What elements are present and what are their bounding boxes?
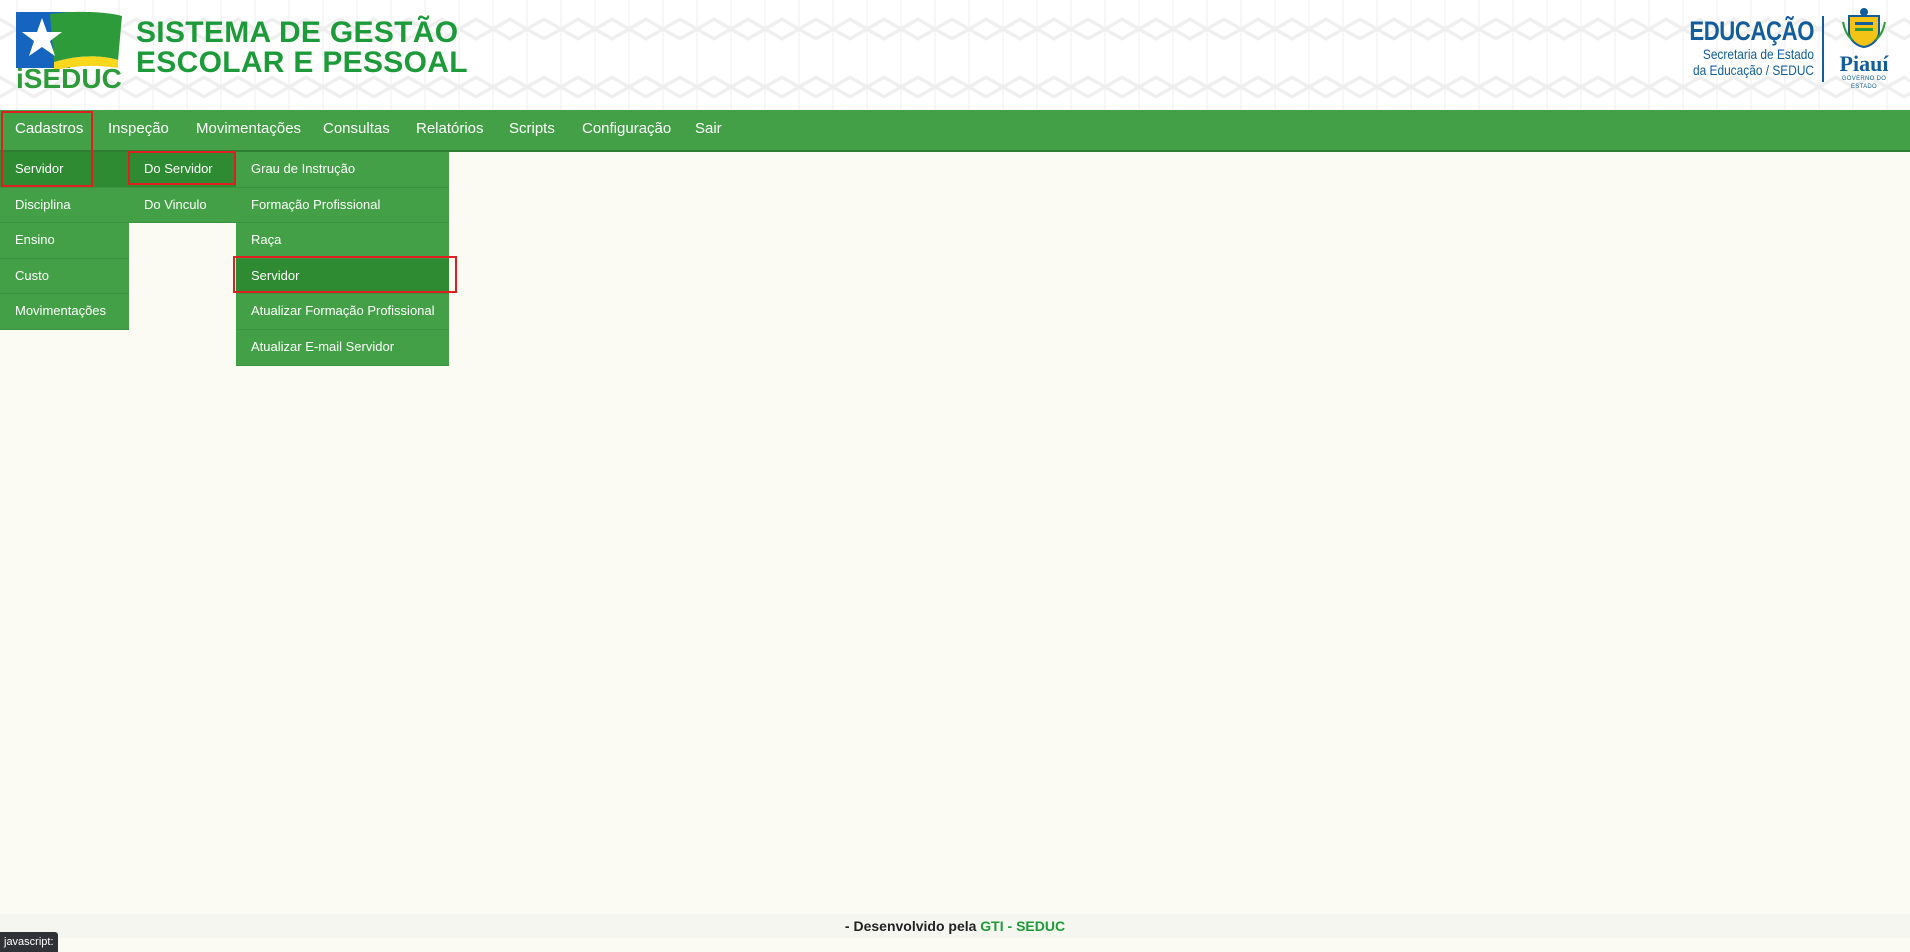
do-servidor-item-formacao-profissional[interactable]: Formação Profissional <box>236 188 449 224</box>
do-servidor-item-atualizar-email[interactable]: Atualizar E-mail Servidor <box>236 330 449 366</box>
education-brand: EDUCAÇÃO Secretaria de Estado da Educaçã… <box>1662 16 1814 78</box>
do-servidor-submenu: Grau de Instrução Formação Profissional … <box>236 152 449 366</box>
state-coat-of-arms-icon <box>1842 8 1886 49</box>
menu-sair[interactable]: Sair <box>680 110 737 150</box>
do-servidor-item-atualizar-formacao[interactable]: Atualizar Formação Profissional <box>236 294 449 330</box>
cadastros-item-disciplina[interactable]: Disciplina <box>0 188 129 224</box>
page-footer: - Desenvolvido pela GTI - SEDUC <box>0 914 1910 938</box>
footer-brand-link[interactable]: GTI - SEDUC <box>980 918 1065 934</box>
menu-movimentacoes[interactable]: Movimentações <box>181 110 316 150</box>
servidor-submenu: Do Servidor Do Vinculo <box>129 152 236 224</box>
main-menu-bar: Cadastros Inspeção Movimentações Consult… <box>0 110 1910 152</box>
do-servidor-item-grau-instrucao[interactable]: Grau de Instrução <box>236 152 449 188</box>
system-title-line1: SISTEMA DE GESTÃO <box>136 16 459 49</box>
education-subtitle-2: da Educação / SEDUC <box>1692 62 1814 78</box>
menu-relatorios[interactable]: Relatórios <box>401 110 499 150</box>
state-name: Piauí <box>1839 51 1889 76</box>
cadastros-dropdown: Servidor Disciplina Ensino Custo Movimen… <box>0 152 129 330</box>
do-servidor-item-raca[interactable]: Raça <box>236 223 449 259</box>
servidor-item-do-vinculo[interactable]: Do Vinculo <box>129 188 236 224</box>
state-government-label: GOVERNO DO ESTADO <box>1841 76 1887 90</box>
brand-divider <box>1822 16 1824 82</box>
servidor-item-do-servidor[interactable]: Do Servidor <box>129 152 236 188</box>
state-brand: Piauí GOVERNO DO ESTADO <box>1832 6 1896 90</box>
svg-text:iSEDUC: iSEDUC <box>16 63 122 90</box>
system-title: SISTEMA DE GESTÃO ESCOLAR E PESSOAL <box>136 18 468 78</box>
cadastros-item-servidor[interactable]: Servidor <box>0 152 129 188</box>
cadastros-item-ensino[interactable]: Ensino <box>0 223 129 259</box>
cadastros-item-custo[interactable]: Custo <box>0 259 129 295</box>
do-servidor-item-servidor[interactable]: Servidor <box>236 258 449 295</box>
education-subtitle-1: Secretaria de Estado <box>1702 46 1814 62</box>
menu-scripts[interactable]: Scripts <box>494 110 570 150</box>
status-bar-url: javascript: <box>0 932 58 952</box>
education-title: EDUCAÇÃO <box>1689 16 1814 46</box>
menu-configuracao[interactable]: Configuração <box>567 110 686 150</box>
menu-consultas[interactable]: Consultas <box>308 110 405 150</box>
menu-inspecao[interactable]: Inspeção <box>93 110 184 150</box>
page-header: iSEDUC SISTEMA DE GESTÃO ESCOLAR E PESSO… <box>0 0 1910 110</box>
menu-cadastros[interactable]: Cadastros <box>0 110 98 150</box>
system-title-line2: ESCOLAR E PESSOAL <box>136 46 468 79</box>
footer-prefix: - Desenvolvido pela <box>844 918 981 934</box>
cadastros-item-movimentacoes[interactable]: Movimentações <box>0 294 129 330</box>
iseduc-logo: iSEDUC <box>16 11 122 90</box>
